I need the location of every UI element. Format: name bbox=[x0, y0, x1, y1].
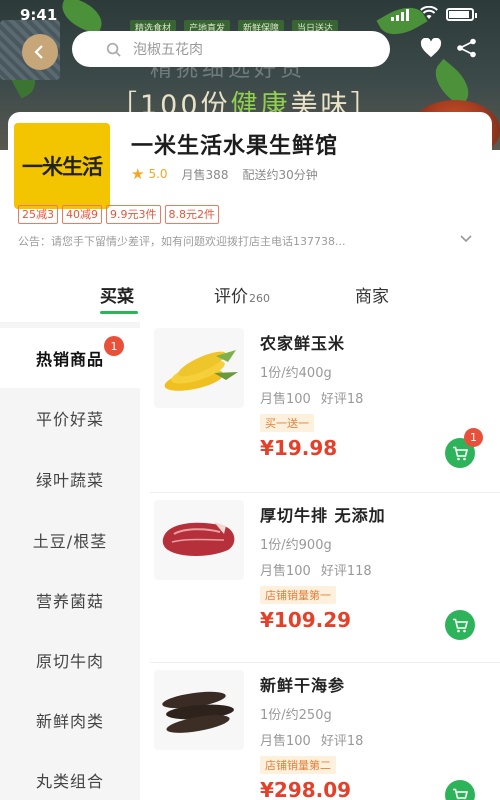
category-item-balls[interactable]: 丸类组合 bbox=[0, 750, 140, 800]
product-name: 农家鲜玉米 bbox=[260, 334, 346, 353]
category-badge: 1 bbox=[104, 336, 124, 356]
store-delivery-time: 配送约30分钟 bbox=[242, 167, 318, 182]
coupon-badge[interactable]: 8.8元2件 bbox=[164, 205, 219, 224]
store-rating: 5.0 bbox=[148, 167, 168, 181]
cart-icon bbox=[453, 618, 468, 632]
product-card[interactable]: 厚切牛排 无添加 1份/约900g 月售100 好评118 店铺销量第一 ¥109… bbox=[150, 494, 500, 654]
product-name: 厚切牛排 无添加 bbox=[260, 506, 386, 525]
store-logo: 一米生活 bbox=[14, 123, 110, 209]
product-sales: 月售100 好评18 bbox=[260, 730, 363, 749]
product-reviews: 好评18 bbox=[320, 392, 364, 407]
product-price: ¥19.98 bbox=[260, 436, 338, 460]
category-item-mushrooms[interactable]: 营养菌菇 bbox=[0, 570, 140, 630]
store-tabs: 买菜 评价260 商家 bbox=[0, 270, 500, 314]
signal-icon bbox=[391, 9, 409, 21]
product-spec: 1份/约900g bbox=[260, 538, 332, 553]
product-image-steak bbox=[154, 500, 244, 580]
category-item-meat[interactable]: 新鲜肉类 bbox=[0, 690, 140, 750]
product-price: ¥298.09 bbox=[260, 778, 352, 800]
search-icon bbox=[106, 42, 121, 57]
category-item-value[interactable]: 平价好菜 bbox=[0, 388, 140, 448]
product-monthly-sales: 月售100 bbox=[260, 564, 311, 579]
tab-shop[interactable]: 买菜 bbox=[100, 282, 134, 307]
product-card[interactable]: 新鲜干海参 1份/约250g 月售100 好评18 店铺销量第二 ¥298.09 bbox=[150, 664, 500, 800]
tab-reviews[interactable]: 评价260 bbox=[214, 282, 270, 307]
coupon-badge[interactable]: 9.9元3件 bbox=[106, 205, 161, 224]
chevron-down-icon[interactable] bbox=[460, 234, 472, 244]
store-monthly-sales: 月售388 bbox=[181, 167, 229, 182]
product-promo-tag: 买一送一 bbox=[260, 414, 314, 432]
cart-icon bbox=[453, 788, 468, 800]
cart-count-badge: 1 bbox=[464, 428, 483, 447]
coupon-list: 25减3 40减9 9.9元3件 8.8元2件 bbox=[18, 205, 219, 224]
product-spec: 1份/约250g bbox=[260, 708, 332, 723]
status-bar: 9:41 bbox=[0, 0, 500, 28]
heart-icon[interactable] bbox=[420, 38, 442, 58]
cart-icon bbox=[453, 446, 468, 460]
coupon-badge[interactable]: 40减9 bbox=[62, 205, 102, 224]
category-sidebar: 热销商品 平价好菜 绿叶蔬菜 土豆/根茎 营养菌菇 原切牛肉 新鲜肉类 丸类组合 bbox=[0, 322, 140, 800]
tab-count: 260 bbox=[249, 292, 270, 305]
category-item-leafy[interactable]: 绿叶蔬菜 bbox=[0, 449, 140, 509]
status-time: 9:41 bbox=[20, 6, 58, 24]
store-name: 一米生活水果生鲜馆 bbox=[131, 134, 339, 159]
tab-active-indicator bbox=[100, 311, 138, 314]
coupon-badge[interactable]: 25减3 bbox=[18, 205, 58, 224]
search-placeholder: 泡椒五花肉 bbox=[133, 42, 203, 58]
product-promo-tag: 店铺销量第二 bbox=[260, 756, 336, 774]
tab-label: 买菜 bbox=[100, 287, 134, 307]
add-to-cart-button[interactable] bbox=[445, 780, 475, 800]
battery-icon bbox=[446, 8, 477, 21]
product-reviews: 好评118 bbox=[320, 564, 372, 579]
search-bar[interactable]: 泡椒五花肉 bbox=[72, 31, 390, 67]
tab-label: 评价 bbox=[214, 287, 248, 307]
star-icon: ★ bbox=[131, 165, 145, 183]
add-to-cart-button[interactable] bbox=[445, 610, 475, 640]
product-monthly-sales: 月售100 bbox=[260, 734, 311, 749]
wifi-icon bbox=[420, 6, 438, 19]
share-icon[interactable] bbox=[456, 38, 478, 58]
category-item-beef[interactable]: 原切牛肉 bbox=[0, 630, 140, 690]
product-reviews: 好评18 bbox=[320, 734, 364, 749]
chevron-left-icon bbox=[34, 45, 43, 59]
store-meta: ★ 5.0 月售388 配送约30分钟 bbox=[131, 165, 318, 183]
product-monthly-sales: 月售100 bbox=[260, 392, 311, 407]
product-image-sea-cucumber bbox=[154, 670, 244, 750]
product-card[interactable]: 农家鲜玉米 1份/约400g 月售100 好评18 买一送一 ¥19.98 1 bbox=[150, 322, 500, 482]
product-sales: 月售100 好评18 bbox=[260, 388, 363, 407]
store-notice[interactable]: 公告：请您手下留情少差评，如有问题欢迎拨打店主电话137738... bbox=[18, 233, 458, 249]
product-name: 新鲜干海参 bbox=[260, 676, 346, 695]
store-logo-text: 一米生活 bbox=[22, 155, 103, 179]
back-button[interactable] bbox=[22, 34, 58, 70]
product-image-corn bbox=[154, 328, 244, 408]
product-sales: 月售100 好评118 bbox=[260, 560, 372, 579]
tab-label: 商家 bbox=[355, 287, 389, 307]
product-spec: 1份/约400g bbox=[260, 366, 332, 381]
tab-merchant[interactable]: 商家 bbox=[355, 282, 389, 307]
product-divider bbox=[150, 662, 500, 663]
product-price: ¥109.29 bbox=[260, 608, 352, 632]
product-divider bbox=[150, 492, 500, 493]
category-item-roots[interactable]: 土豆/根茎 bbox=[0, 510, 140, 570]
product-promo-tag: 店铺销量第一 bbox=[260, 586, 336, 604]
